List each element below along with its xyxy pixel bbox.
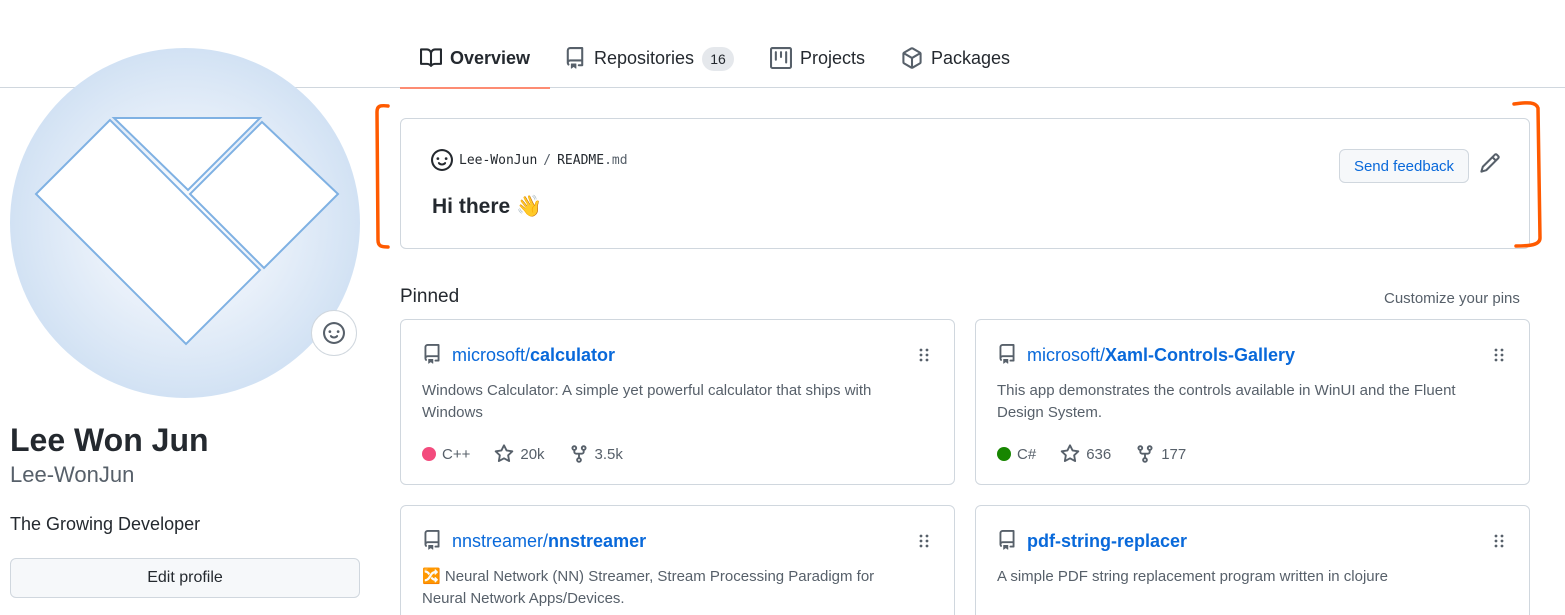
tab-repositories[interactable]: Repositories 16 (564, 40, 735, 88)
repo-language: C++ (422, 446, 470, 463)
book-icon (420, 48, 442, 67)
edit-profile-button[interactable]: Edit profile (10, 558, 360, 598)
grabber-icon[interactable] (1493, 533, 1505, 549)
repo-icon (999, 530, 1015, 550)
repo-name: nnstreamer (548, 531, 647, 551)
tab-overview[interactable]: Overview (399, 40, 551, 89)
repo-stars-link[interactable]: 636 (1060, 444, 1111, 464)
avatar[interactable] (10, 48, 360, 398)
smiley-icon (431, 149, 453, 171)
repo-stars-link[interactable]: 20k (494, 444, 545, 464)
repo-link-calculator[interactable]: microsoft/calculator (452, 345, 615, 366)
repo-language: C# (997, 446, 1036, 463)
fork-count: 177 (1161, 445, 1187, 463)
repo-name: Xaml-Controls-Gallery (1105, 345, 1296, 365)
tab-projects-label: Projects (800, 48, 866, 68)
repo-name: calculator (530, 345, 616, 365)
language-color-dot (422, 447, 436, 461)
repo-link-nnstreamer[interactable]: nnstreamer/nnstreamer (452, 531, 646, 552)
repo-description: This app demonstrates the controls avail… (997, 382, 1456, 421)
star-count: 636 (1086, 445, 1112, 463)
profile-bio: The Growing Developer (10, 514, 201, 534)
shuffle-icon: 🔀 (422, 568, 441, 585)
repo-meta: C++ 20k 3.5k (422, 444, 623, 464)
language-label: C# (1017, 445, 1037, 463)
fork-icon (1137, 445, 1153, 463)
repositories-count-badge: 16 (702, 47, 735, 71)
readme-path-separator: / (543, 152, 552, 168)
repo-description: Windows Calculator: A simple yet powerfu… (422, 382, 872, 421)
repo-owner: microsoft/ (452, 345, 531, 365)
tab-repositories-label: Repositories (594, 48, 695, 68)
set-status-button[interactable] (311, 310, 357, 356)
fork-count: 3.5k (594, 445, 623, 463)
waving-hand-icon: 👋 (516, 195, 543, 218)
readme-owner-link[interactable]: Lee-WonJun (459, 153, 537, 168)
language-color-dot (997, 447, 1011, 461)
grabber-icon[interactable] (918, 533, 930, 549)
readme-file-link[interactable]: README (557, 153, 604, 168)
readme-path: Lee-WonJun / README.md (431, 149, 628, 171)
customize-pins-link[interactable]: Customize your pins (1384, 290, 1520, 307)
repo-link-xaml-controls-gallery[interactable]: microsoft/Xaml-Controls-Gallery (1027, 345, 1295, 366)
tab-packages[interactable]: Packages (901, 40, 1010, 88)
profile-login: Lee-WonJun (10, 462, 135, 487)
repo-description-text: Neural Network (NN) Streamer, Stream Pro… (422, 568, 875, 607)
readme-heading: Hi there 👋 (432, 195, 542, 219)
grabber-icon[interactable] (918, 347, 930, 363)
package-icon (902, 47, 922, 69)
repo-name: pdf-string-replacer (1027, 531, 1188, 551)
project-icon (770, 47, 792, 69)
send-feedback-button[interactable]: Send feedback (1339, 149, 1469, 183)
repo-description: 🔀 Neural Network (NN) Streamer, Stream P… (422, 566, 922, 610)
repo-icon (424, 530, 440, 550)
pinned-title: Pinned (400, 286, 460, 307)
repo-link-pdf-string-replacer[interactable]: pdf-string-replacer (1027, 531, 1187, 552)
repo-owner: nnstreamer/ (452, 531, 549, 551)
language-label: C++ (442, 445, 471, 463)
smiley-icon (323, 322, 345, 344)
pinned-repo-card: pdf-string-replacer A simple PDF string … (975, 505, 1530, 615)
repo-description: A simple PDF string replacement program … (997, 568, 1388, 585)
repo-icon (566, 47, 584, 69)
star-icon (1060, 444, 1080, 463)
pencil-icon[interactable] (1479, 152, 1501, 174)
profile-name: Lee Won Jun (10, 422, 209, 458)
tab-overview-label: Overview (450, 48, 531, 68)
star-count: 20k (520, 445, 545, 463)
tab-projects[interactable]: Projects (770, 40, 865, 88)
grabber-icon[interactable] (1493, 347, 1505, 363)
readme-box: Lee-WonJun / README.md Hi there 👋 Send f… (400, 118, 1530, 249)
repo-forks-link[interactable]: 3.5k (569, 444, 623, 464)
star-icon (495, 444, 514, 463)
repo-forks-link[interactable]: 177 (1135, 444, 1186, 464)
avatar-logo-icon (34, 117, 340, 346)
pinned-repo-card: microsoft/calculator Windows Calculator:… (400, 319, 955, 485)
repo-icon (424, 344, 440, 364)
annotation-bracket-left (375, 103, 390, 249)
readme-heading-text: Hi there (432, 195, 511, 218)
tab-packages-label: Packages (931, 48, 1011, 68)
readme-file-ext: .md (604, 152, 628, 168)
pinned-repo-card: microsoft/Xaml-Controls-Gallery This app… (975, 319, 1530, 485)
pinned-repo-card: nnstreamer/nnstreamer 🔀 Neural Network (… (400, 505, 955, 615)
repo-owner: microsoft/ (1027, 345, 1106, 365)
repo-meta: C# 636 177 (997, 444, 1186, 464)
repo-icon (999, 344, 1015, 364)
fork-icon (571, 445, 587, 463)
